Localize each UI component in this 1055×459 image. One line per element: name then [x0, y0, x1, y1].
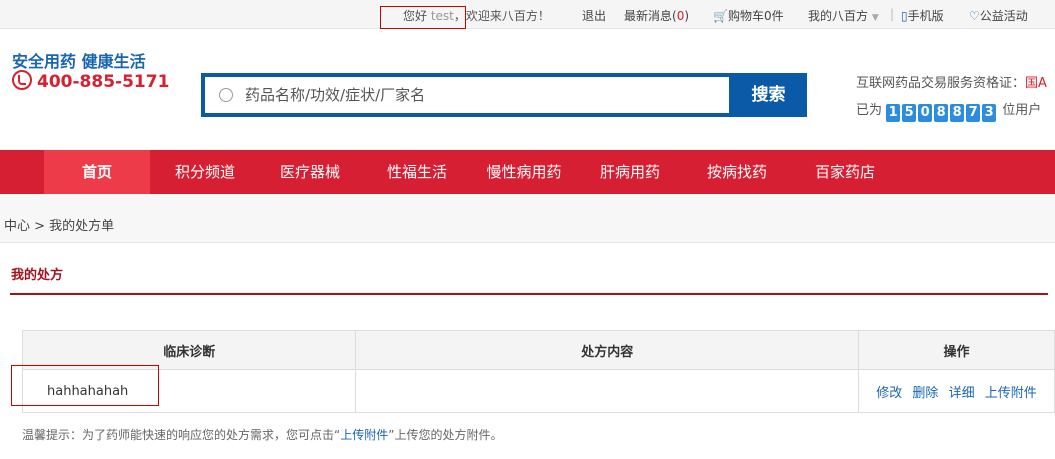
main-nav: 首页 积分频道 医疗器械 性福生活 慢性病用药 肝病用药 按病找药 百家药店	[0, 150, 1055, 194]
tip-suffix: ”上传您的处方附件。	[388, 428, 503, 442]
tip-text: 温馨提示：为了药师能快速的响应您的处方需求，您可点击“上传附件”上传您的处方附件…	[22, 426, 502, 443]
chevron-down-icon: ▼	[871, 13, 879, 23]
served-digit: 8	[934, 104, 949, 122]
actions-cell: 修改 删除 详细 上传附件	[857, 369, 1055, 413]
table-header-row: 临床诊断 处方内容 操作	[21, 330, 1055, 370]
qualification: 互联网药品交易服务资格证：国A	[856, 72, 1047, 91]
header-actions: 操作	[857, 330, 1055, 370]
phone-icon	[12, 70, 32, 90]
my-account-label: 我的八百方	[808, 9, 869, 23]
mobile-icon: ▯	[901, 9, 908, 23]
served-digit: 3	[982, 104, 997, 122]
served-digit: 8	[950, 104, 965, 122]
served-suffix: 位用户	[1002, 103, 1042, 118]
delete-link[interactable]: 删除	[912, 386, 938, 401]
charity-icon: ♡	[969, 9, 980, 23]
my-account-link[interactable]: 我的八百方 ▼	[808, 7, 879, 24]
table-row: hahhahahah 修改 删除 详细 上传附件	[21, 369, 1055, 413]
served-prefix: 已为	[856, 103, 883, 118]
search-button[interactable]: 搜索	[734, 77, 803, 113]
edit-link[interactable]: 修改	[876, 386, 902, 401]
cart-label: 购物车0件	[727, 9, 784, 23]
logo-phone: 400-885-5171	[12, 70, 169, 92]
annotation-box-username	[380, 6, 466, 29]
nav-item-liver[interactable]: 肝病用药	[585, 150, 675, 194]
served-digit: 1	[886, 104, 901, 122]
annotation-box-diagnosis	[11, 365, 159, 406]
mobile-link[interactable]: ▯手机版	[901, 7, 944, 24]
served-digit: 5	[902, 104, 917, 122]
search-box	[205, 77, 729, 113]
nav-item-home[interactable]: 首页	[44, 150, 150, 194]
charity-label: 公益活动	[979, 9, 1028, 23]
messages-label: 最新消息(	[624, 9, 677, 23]
prescription-table: 临床诊断 处方内容 操作 hahhahahah 修改 删除 详细 上传附件	[21, 330, 1055, 413]
search-input[interactable]	[245, 77, 715, 113]
nav-item-points[interactable]: 积分频道	[160, 150, 250, 194]
messages-link[interactable]: 最新消息(0)	[624, 7, 689, 24]
divider: |	[890, 7, 895, 21]
mobile-label: 手机版	[907, 9, 944, 23]
charity-link[interactable]: ♡公益活动	[969, 7, 1028, 24]
search-bar: 搜索	[201, 73, 807, 117]
breadcrumb: 中心 > 我的处方单	[0, 194, 1055, 243]
nav-item-sexual-health[interactable]: 性福生活	[372, 150, 462, 194]
messages-close: )	[684, 9, 690, 23]
phone-number: 400-885-5171	[37, 72, 170, 92]
title-underline	[10, 293, 1048, 295]
qualification-value[interactable]: 国A	[1025, 76, 1047, 91]
nav-item-pharmacies[interactable]: 百家药店	[800, 150, 890, 194]
detail-link[interactable]: 详细	[949, 386, 975, 401]
tip-prefix: 温馨提示：为了药师能快速的响应您的处方需求，您可点击“	[22, 428, 341, 442]
top-bar: 您好 test，欢迎来八百方！ 退出 最新消息(0) 🛒购物车0件 我的八百方 …	[0, 0, 1055, 29]
logout-link[interactable]: 退出	[582, 7, 606, 24]
qualification-label: 互联网药品交易服务资格证：	[856, 76, 1026, 91]
upload-attachment-link[interactable]: 上传附件	[985, 386, 1037, 401]
served-digit: 0	[918, 104, 933, 122]
search-icon	[219, 88, 233, 102]
nav-item-by-disease[interactable]: 按病找药	[692, 150, 782, 194]
nav-item-chronic[interactable]: 慢性病用药	[476, 150, 572, 194]
header-content: 处方内容	[355, 330, 859, 370]
content-cell	[355, 369, 859, 413]
cart-icon: 🛒	[713, 9, 728, 23]
tip-upload-link[interactable]: 上传附件	[340, 428, 388, 442]
breadcrumb-text: 中心 > 我的处方单	[4, 219, 115, 234]
welcome-text: ，欢迎来八百方！	[453, 9, 550, 23]
page-title: 我的处方	[11, 268, 64, 283]
nav-item-devices[interactable]: 医疗器械	[265, 150, 355, 194]
served-digit: 7	[966, 104, 981, 122]
logo-slogan[interactable]: 安全用药 健康生活	[12, 48, 146, 72]
header-diagnosis: 临床诊断	[21, 330, 357, 370]
cart-link[interactable]: 🛒购物车0件	[713, 7, 784, 24]
served-users: 已为 1508873 位用户	[856, 99, 1041, 122]
